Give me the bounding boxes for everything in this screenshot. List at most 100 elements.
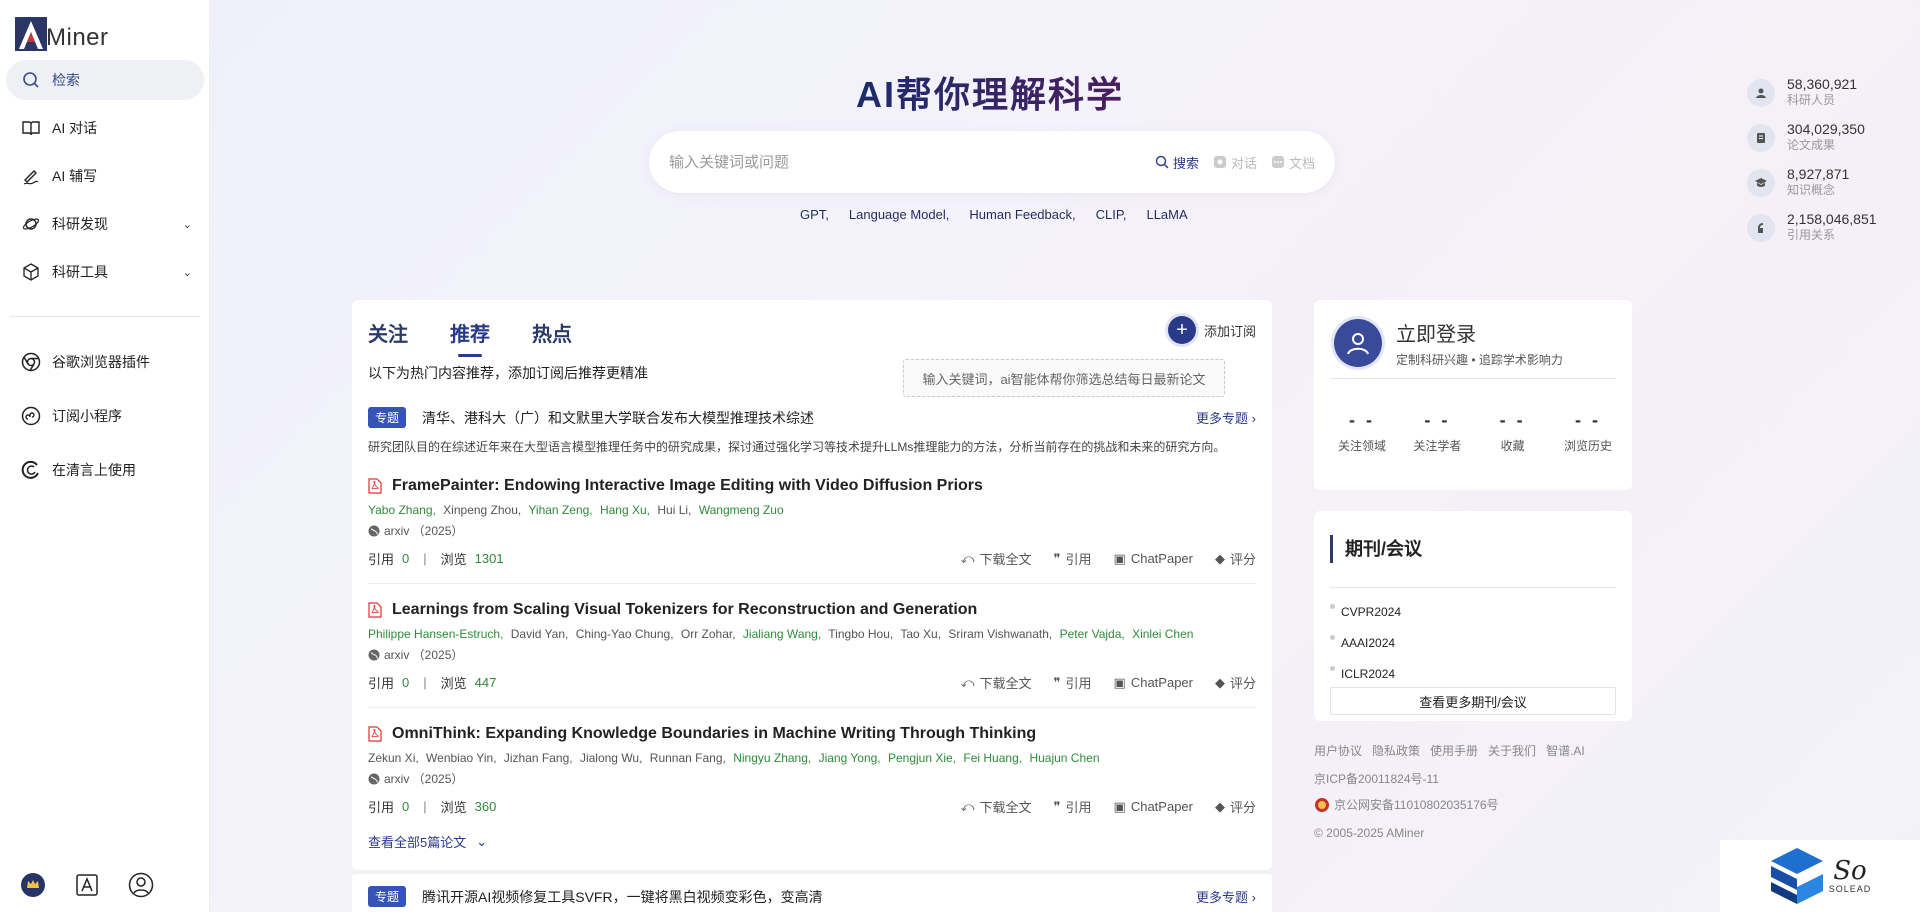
nav-item-chatglm[interactable]: 在清言上使用 bbox=[6, 450, 204, 490]
journal-item[interactable]: AAAI2024 bbox=[1330, 627, 1401, 658]
chat-button-label: 对话 bbox=[1230, 155, 1257, 171]
translate-icon[interactable] bbox=[74, 872, 100, 898]
chevron-down-icon: ⌄ bbox=[476, 833, 488, 849]
hot-tag[interactable]: Human Feedback, bbox=[969, 207, 1075, 222]
paper-title-row[interactable]: Learnings from Scaling Visual Tokenizers… bbox=[368, 601, 1256, 619]
download-button[interactable]: ⤺ 下载全文 bbox=[961, 549, 1032, 568]
view-count-label: 浏览 bbox=[440, 552, 467, 567]
solead-watermark: So SOLEAD bbox=[1720, 840, 1920, 912]
nav-item-research-discovery[interactable]: 科研发现 ⌄ bbox=[6, 204, 204, 244]
vip-badge-icon[interactable] bbox=[20, 872, 46, 898]
author-link[interactable]: Yabo Zhang, bbox=[368, 503, 436, 517]
more-topics-link[interactable]: 更多专题 › bbox=[1196, 408, 1256, 427]
download-button[interactable]: ⤺ 下载全文 bbox=[961, 673, 1032, 692]
journal-list: CVPR2024 AAAI2024 ICLR2024 bbox=[1330, 596, 1401, 689]
paper-title: Learnings from Scaling Visual Tokenizers… bbox=[392, 601, 978, 618]
chatpaper-button[interactable]: ▣ ChatPaper bbox=[1114, 673, 1193, 692]
nav-label: 订阅小程序 bbox=[52, 408, 122, 424]
nav-item-ai-writing[interactable]: AI 辅写 bbox=[6, 156, 204, 196]
search-button[interactable]: 搜索 bbox=[1155, 153, 1199, 172]
tab-recommended[interactable]: 推荐 bbox=[450, 318, 490, 357]
paper-metrics: 引用 0 | 浏览 447 ⤺ 下载全文 ❞ 引用 ▣ ChatPaper ◆ 评分 bbox=[368, 673, 1256, 692]
stat-favorites[interactable]: - - 收藏 bbox=[1481, 410, 1545, 454]
chevron-down-icon[interactable]: ⌄ bbox=[183, 218, 192, 231]
hot-tag[interactable]: GPT, bbox=[800, 207, 829, 222]
search-button-label: 搜索 bbox=[1172, 155, 1199, 171]
tab-following[interactable]: 关注 bbox=[368, 318, 408, 355]
more-topics-link[interactable]: 更多专题 › bbox=[1196, 887, 1256, 906]
stat-label: 科研人员 bbox=[1787, 93, 1836, 107]
more-journals-button[interactable]: 查看更多期刊/会议 bbox=[1330, 687, 1616, 715]
subscription-tooltip: 输入关键词，ai智能体帮你筛选总结每日最新论文 bbox=[903, 359, 1225, 397]
footer-link[interactable]: 使用手册 bbox=[1430, 742, 1478, 759]
icp-license[interactable]: 京ICP备20011824号-11 bbox=[1314, 770, 1439, 787]
user-profile-icon[interactable] bbox=[128, 872, 154, 898]
hot-tag[interactable]: CLIP, bbox=[1096, 207, 1127, 222]
chevron-down-icon[interactable]: ⌄ bbox=[183, 266, 192, 279]
stat-followed-fields[interactable]: - - 关注领域 bbox=[1330, 410, 1394, 454]
see-all-papers-link[interactable]: 查看全部5篇论文 ⌄ bbox=[368, 832, 487, 851]
nav-item-research-tools[interactable]: 科研工具 ⌄ bbox=[6, 252, 204, 292]
login-title[interactable]: 立即登录 bbox=[1396, 318, 1563, 347]
topic-title[interactable]: 清华、港科大（广）和文默里大学联合发布大模型推理技术综述 bbox=[422, 408, 814, 428]
rate-button[interactable]: ◆ 评分 bbox=[1215, 797, 1256, 816]
author-name: Ching-Yao Chung, bbox=[575, 627, 674, 641]
author-link[interactable]: Hang Xu, bbox=[600, 503, 650, 517]
download-button[interactable]: ⤺ 下载全文 bbox=[961, 797, 1032, 816]
author-link[interactable]: Jialiang Wang, bbox=[743, 627, 821, 641]
quote-icon: ❞ bbox=[1053, 798, 1061, 814]
cube-icon bbox=[20, 261, 42, 283]
stat-value: 2,158,046,851 bbox=[1787, 211, 1877, 227]
journal-item[interactable]: ICLR2024 bbox=[1330, 658, 1401, 689]
recommendation-feed: 关注 推荐 热点 + 添加订阅 以下为热门内容推荐，添加订阅后推荐更精准 输入关… bbox=[352, 300, 1272, 870]
search-input[interactable] bbox=[669, 153, 1155, 171]
author-link[interactable]: Ningyu Zhang, bbox=[733, 751, 811, 765]
view-count: 1301 bbox=[474, 551, 504, 566]
author-link[interactable]: Peter Vajda, bbox=[1060, 627, 1125, 641]
paper-card: FramePainter: Endowing Interactive Image… bbox=[368, 477, 1256, 568]
author-link[interactable]: Wangmeng Zuo bbox=[699, 503, 784, 517]
author-link[interactable]: Philippe Hansen-Estruch, bbox=[368, 627, 503, 641]
document-button[interactable]: 文档 bbox=[1271, 153, 1315, 172]
rate-button[interactable]: ◆ 评分 bbox=[1215, 549, 1256, 568]
view-count-label: 浏览 bbox=[440, 676, 467, 691]
footer-link[interactable]: 隐私政策 bbox=[1372, 742, 1420, 759]
book-icon bbox=[20, 117, 42, 139]
journals-card: 期刊/会议 CVPR2024 AAAI2024 ICLR2024 查看更多期刊/… bbox=[1314, 511, 1632, 721]
cite-button[interactable]: ❞ 引用 bbox=[1054, 549, 1092, 568]
hot-tag[interactable]: Language Model, bbox=[849, 207, 949, 222]
author-link[interactable]: Yihan Zeng, bbox=[528, 503, 592, 517]
nav-item-miniprogram[interactable]: 订阅小程序 bbox=[6, 396, 204, 436]
paper-title-row[interactable]: OmniThink: Expanding Knowledge Boundarie… bbox=[368, 725, 1256, 743]
cite-button[interactable]: ❞ 引用 bbox=[1054, 797, 1092, 816]
chatpaper-button[interactable]: ▣ ChatPaper bbox=[1114, 797, 1193, 816]
footer-link[interactable]: 关于我们 bbox=[1488, 742, 1536, 759]
stat-history[interactable]: - - 浏览历史 bbox=[1556, 410, 1620, 454]
login-header[interactable]: 立即登录 定制科研兴趣 • 追踪学术影响力 bbox=[1334, 318, 1563, 368]
stat-value: 58,360,921 bbox=[1787, 76, 1858, 92]
cite-button[interactable]: ❞ 引用 bbox=[1054, 673, 1092, 692]
author-link[interactable]: Xinlei Chen bbox=[1132, 627, 1193, 641]
stat-followed-scholars[interactable]: - - 关注学者 bbox=[1405, 410, 1469, 454]
journal-item[interactable]: CVPR2024 bbox=[1330, 596, 1401, 627]
nav-item-chrome-extension[interactable]: 谷歌浏览器插件 bbox=[6, 342, 204, 382]
tab-trending[interactable]: 热点 bbox=[532, 318, 572, 355]
paper-title-row[interactable]: FramePainter: Endowing Interactive Image… bbox=[368, 477, 1256, 495]
author-link[interactable]: Fei Huang, bbox=[963, 751, 1022, 765]
chatpaper-button[interactable]: ▣ ChatPaper bbox=[1114, 549, 1193, 568]
police-badge-icon bbox=[1315, 797, 1329, 812]
footer-link[interactable]: 智谱.AI bbox=[1546, 742, 1585, 759]
add-subscription-button[interactable]: + 添加订阅 bbox=[1167, 316, 1256, 344]
police-record[interactable]: 京公网安备11010802035176号 bbox=[1314, 796, 1499, 813]
hot-tag[interactable]: LLaMA bbox=[1146, 207, 1187, 222]
author-name: David Yan, bbox=[510, 627, 569, 641]
author-link[interactable]: Pengjun Xie, bbox=[888, 751, 956, 765]
chat-button[interactable]: 对话 bbox=[1213, 153, 1257, 172]
footer-link[interactable]: 用户协议 bbox=[1314, 742, 1362, 759]
aminer-logo[interactable]: Miner bbox=[14, 12, 109, 52]
author-link[interactable]: Jiang Yong, bbox=[819, 751, 881, 765]
rate-button[interactable]: ◆ 评分 bbox=[1215, 673, 1256, 692]
author-link[interactable]: Huajun Chen bbox=[1029, 751, 1099, 765]
view-count-label: 浏览 bbox=[440, 800, 467, 815]
topic-title[interactable]: 腾讯开源AI视频修复工具SVFR，一键将黑白视频变彩色，变高清 bbox=[422, 887, 823, 907]
